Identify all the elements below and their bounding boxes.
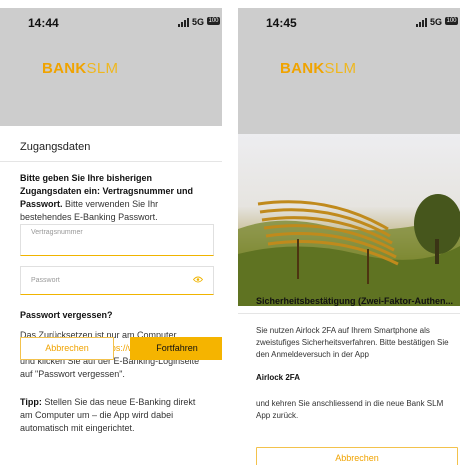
divider: [0, 161, 222, 162]
network-label: 5G: [191, 17, 204, 27]
status-time: 14:45: [266, 16, 297, 30]
signal-icon: [178, 18, 190, 27]
divider: [238, 313, 460, 314]
network-label: 5G: [429, 17, 442, 27]
status-time: 14:44: [28, 16, 59, 30]
return-instruction-text: und kehren Sie anschliessend in die neue…: [256, 399, 444, 420]
bench-landscape-image: [238, 134, 460, 306]
logo-light: SLM: [86, 60, 119, 77]
forgot-password-heading: Passwort vergessen?: [20, 310, 113, 320]
phone-screen-2fa: 14:45 5G 100 BANKSLM Sicherheitsbestätig…: [238, 8, 460, 465]
cancel-button[interactable]: Abbrechen: [256, 447, 458, 465]
eye-icon[interactable]: [193, 276, 203, 283]
logo-bold: BANK: [280, 60, 325, 77]
contract-number-field[interactable]: Vertragsnummer: [20, 224, 214, 256]
password-field[interactable]: Passwort: [20, 266, 214, 295]
continue-button[interactable]: Fortfahren: [130, 337, 222, 360]
tip-label: Tipp:: [20, 397, 42, 407]
security-confirmation-title: Sicherheitsbestätigung (Zwei-Faktor-Auth…: [256, 296, 454, 306]
contract-number-placeholder: Vertragsnummer: [31, 229, 83, 236]
intro-text: Bitte geben Sie Ihre bisherigen Zugangsd…: [20, 172, 208, 224]
tip-body: Stellen Sie das neue E-Banking direkt am…: [20, 397, 196, 433]
battery-icon: 100: [207, 17, 220, 25]
app-name: Airlock 2FA: [256, 373, 301, 382]
phone-screen-login: 14:44 5G 100 BANKSLM Zugangsdaten Bitte …: [0, 8, 222, 465]
logo-light: SLM: [324, 60, 357, 77]
status-bar: 14:45 5G 100: [238, 8, 460, 36]
bank-logo: BANKSLM: [280, 60, 356, 77]
security-confirmation-text: Sie nutzen Airlock 2FA auf Ihrem Smartph…: [256, 326, 449, 359]
credentials-sheet: Zugangsdaten Bitte geben Sie Ihre bisher…: [0, 126, 222, 465]
tip-text: Tipp: Stellen Sie das neue E-Banking dir…: [20, 396, 210, 435]
sheet-title: Zugangsdaten: [20, 141, 91, 153]
status-bar: 14:44 5G 100: [0, 8, 222, 36]
password-placeholder: Passwort: [31, 277, 60, 284]
logo-bold: BANK: [42, 60, 87, 77]
bench-illustration: [238, 194, 460, 306]
cancel-button[interactable]: Abbrechen: [20, 337, 114, 360]
bank-logo: BANKSLM: [42, 60, 118, 77]
battery-icon: 100: [445, 17, 458, 25]
signal-icon: [416, 18, 428, 27]
